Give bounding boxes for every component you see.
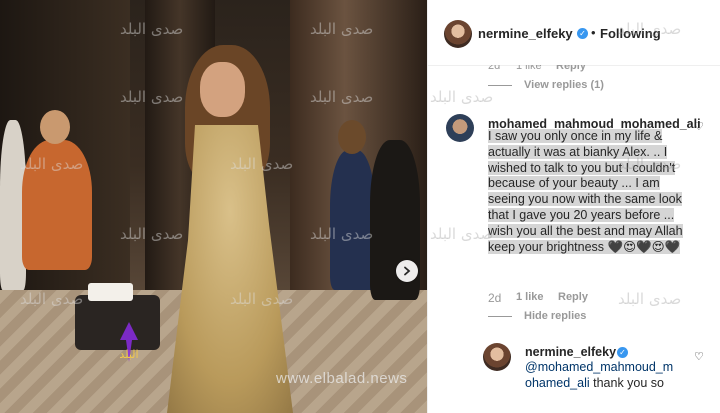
elbalad-logo: البلد [119, 322, 139, 362]
watermark-text: صدى البلد [618, 290, 682, 308]
reply-text: @mohamed_mahmoud_m ohamed_ali thank you … [525, 359, 690, 391]
watermark-text: صدى البلد [20, 155, 84, 173]
watermark-text: صدى البلد [618, 20, 682, 38]
watermark-text: صدى البلد [618, 155, 682, 173]
watermark-url: www.elbalad.news [276, 370, 408, 387]
hide-replies-button[interactable]: Hide replies [524, 310, 586, 322]
watermark-text: صدى البلد [230, 155, 294, 173]
paper-on-bag [88, 283, 133, 301]
post-image[interactable]: صدى البلد صدى البلد صدى البلد صدى البلد … [0, 0, 427, 413]
watermark-text: صدى البلد [310, 20, 374, 38]
guest-head [40, 110, 70, 144]
guest-head [338, 120, 366, 154]
avatar[interactable] [483, 343, 511, 371]
replies-divider [488, 316, 512, 317]
verified-badge-icon: ✓ [577, 28, 588, 39]
watermark-text: صدى البلد [430, 88, 494, 106]
logo-text: البلد [119, 348, 138, 361]
watermark-text: صدى البلد [430, 225, 494, 243]
comment-body: I saw you only once in my life & actuall… [488, 129, 683, 254]
replies-divider [488, 85, 512, 86]
watermark-text: صدى البلد [120, 88, 184, 106]
watermark-text: صدى البلد [230, 290, 294, 308]
next-image-button[interactable] [396, 260, 418, 282]
avatar[interactable] [446, 114, 474, 142]
guest-figure [330, 150, 375, 290]
comment-text: I saw you only once in my life & actuall… [488, 129, 698, 255]
watermark-text: صدى البلد [120, 225, 184, 243]
woman-face [200, 62, 245, 117]
separator-dot: • [591, 25, 596, 40]
reply-body: thank you so [589, 376, 664, 390]
reply-button[interactable]: Reply [558, 291, 588, 303]
watermark-text: صدى البلد [20, 290, 84, 308]
watermark-text: صدى البلد [120, 20, 184, 38]
comment-likes[interactable]: 1 like [516, 291, 544, 303]
reply-author-username[interactable]: nermine_elfeky [525, 345, 616, 359]
avatar[interactable] [444, 20, 472, 48]
post-author-username[interactable]: nermine_elfeky [478, 26, 573, 41]
view-replies-button[interactable]: View replies (1) [524, 79, 604, 91]
watermark-text: صدى البلد [310, 225, 374, 243]
comments-panel: nermine_elfeky ✓ • Following 2d 1 like R… [427, 0, 720, 413]
comment-timestamp: 2d [488, 291, 502, 305]
heart-outline-icon[interactable]: ♡ [694, 350, 704, 363]
chevron-right-icon [404, 266, 411, 276]
verified-badge-icon: ✓ [617, 347, 628, 358]
watermark-text: صدى البلد [310, 88, 374, 106]
